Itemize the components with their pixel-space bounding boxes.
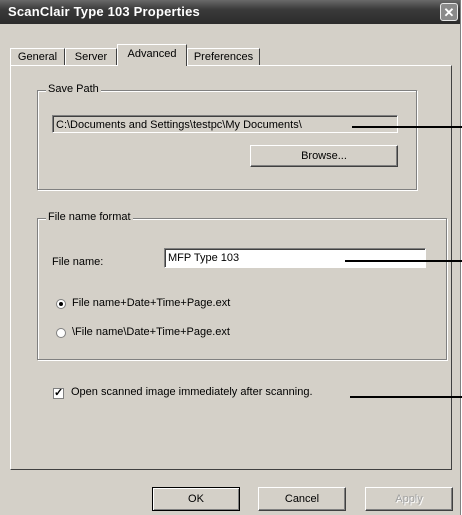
tab-general[interactable]: General <box>10 48 65 65</box>
save-path-legend: Save Path <box>46 83 101 95</box>
file-name-format-legend: File name format <box>46 211 133 223</box>
ok-button[interactable]: OK <box>152 487 240 511</box>
tab-server-label: Server <box>74 51 108 63</box>
open-after-scan-checkbox[interactable]: ✓ <box>53 388 64 399</box>
tab-server[interactable]: Server <box>65 48 117 65</box>
checkmark-icon: ✓ <box>54 387 64 399</box>
file-name-format-group: File name format File name: MFP Type 103… <box>37 211 447 360</box>
file-name-label: File name: <box>52 256 104 268</box>
format-option-2-label[interactable]: \File name\Date+Time+Page.ext <box>72 326 230 338</box>
tab-advanced[interactable]: Advanced <box>117 44 187 66</box>
callout-line-save-path <box>352 126 462 128</box>
tab-general-label: General <box>17 51 58 63</box>
save-path-group: Save Path C:\Documents and Settings\test… <box>37 83 417 190</box>
window-title: ScanClair Type 103 Properties <box>8 4 200 19</box>
tab-preferences[interactable]: Preferences <box>187 48 260 65</box>
browse-button[interactable]: Browse... <box>250 145 398 167</box>
cancel-button[interactable]: Cancel <box>258 487 346 511</box>
radio-selected-icon[interactable] <box>56 299 66 309</box>
open-after-scan-label[interactable]: Open scanned image immediately after sca… <box>71 386 313 398</box>
callout-line-checkbox <box>350 396 462 398</box>
close-button[interactable]: ✕ <box>440 3 458 21</box>
format-option-1-label[interactable]: File name+Date+Time+Page.ext <box>72 297 230 309</box>
save-path-field[interactable]: C:\Documents and Settings\testpc\My Docu… <box>52 115 398 133</box>
title-bar[interactable]: ScanClair Type 103 Properties ✕ <box>0 0 460 24</box>
apply-button[interactable]: Apply <box>365 487 453 511</box>
file-name-input[interactable]: MFP Type 103 <box>164 248 426 268</box>
tab-advanced-label: Advanced <box>127 48 177 60</box>
properties-dialog: ScanClair Type 103 Properties ✕ General … <box>0 0 461 515</box>
callout-line-file-name <box>345 260 462 262</box>
close-icon: ✕ <box>443 5 455 20</box>
radio-unselected-icon[interactable] <box>56 328 66 338</box>
tab-preferences-label: Preferences <box>193 51 254 63</box>
